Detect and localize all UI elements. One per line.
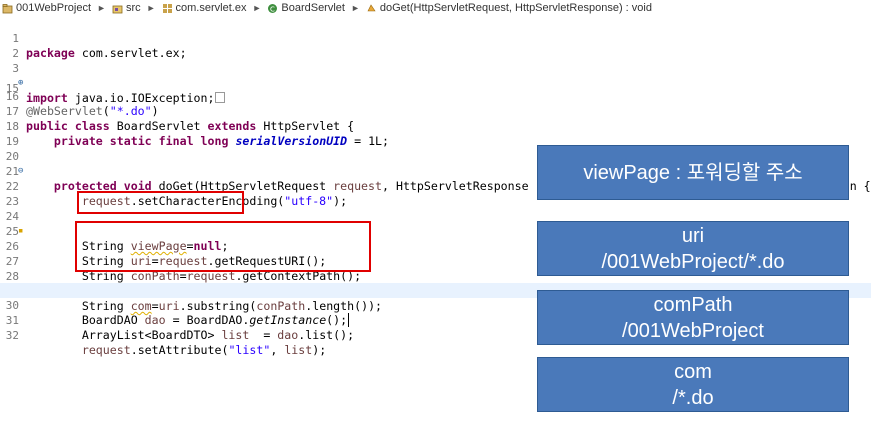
note-compath-value: /001WebProject [622, 319, 764, 342]
note-compath-title: comPath [653, 293, 733, 316]
note-compath: comPath /001WebProject [537, 290, 849, 345]
code-line: 16 @WebServlet("*.do") [0, 74, 871, 118]
code-line: 18 private static final long serialVersi… [0, 104, 871, 148]
breadcrumb-separator: ► [350, 3, 360, 13]
svg-text:C: C [270, 5, 275, 13]
note-uri-title: uri [681, 224, 705, 247]
class-icon: C [268, 3, 278, 13]
viewpage-highlight-box [77, 191, 244, 214]
project-icon [2, 3, 13, 13]
code-line: 3 ⊕ import java.io.IOException; [0, 46, 871, 105]
note-viewpage-text: viewPage : 포워딩할 주소 [583, 161, 803, 184]
breadcrumb-separator: ► [146, 3, 156, 13]
code-line: 17 public class BoardServlet extends Htt… [0, 89, 871, 133]
uri-highlight-box [75, 221, 371, 272]
breadcrumb: 001WebProject ► src ► com.servlet.ex ► C… [0, 0, 871, 16]
breadcrumb-package[interactable]: com.servlet.ex [160, 2, 247, 14]
src-folder-icon [112, 5, 123, 13]
breadcrumb-project[interactable]: 001WebProject [0, 2, 91, 14]
breadcrumb-src-label: src [125, 2, 141, 14]
note-com: com /*.do [537, 357, 849, 412]
code-line: 19 [0, 119, 871, 148]
note-com-value: /*.do [672, 386, 714, 409]
code-text: request.setAttribute("list", list); [81, 343, 327, 357]
note-uri-value: /001WebProject/*.do [601, 250, 785, 273]
breadcrumb-project-label: 001WebProject [16, 2, 92, 14]
note-viewpage: viewPage : 포워딩할 주소 [537, 145, 849, 200]
method-icon [367, 3, 376, 11]
code-line: 2 [0, 31, 871, 60]
breadcrumb-method[interactable]: doGet(HttpServletRequest, HttpServletRes… [364, 2, 652, 14]
breadcrumb-package-label: com.servlet.ex [175, 2, 247, 14]
breadcrumb-class-label: BoardServlet [281, 2, 345, 14]
breadcrumb-separator: ► [252, 3, 262, 13]
note-com-title: com [674, 360, 712, 383]
breadcrumb-separator: ► [97, 3, 106, 13]
code-line: 1 package com.servlet.ex; [0, 16, 871, 60]
breadcrumb-method-label: doGet(HttpServletRequest, HttpServletRes… [379, 2, 652, 14]
package-icon [162, 3, 172, 13]
breadcrumb-src[interactable]: src [110, 2, 141, 14]
breadcrumb-class[interactable]: C BoardServlet [265, 2, 345, 14]
note-uri: uri /001WebProject/*.do [537, 221, 849, 276]
